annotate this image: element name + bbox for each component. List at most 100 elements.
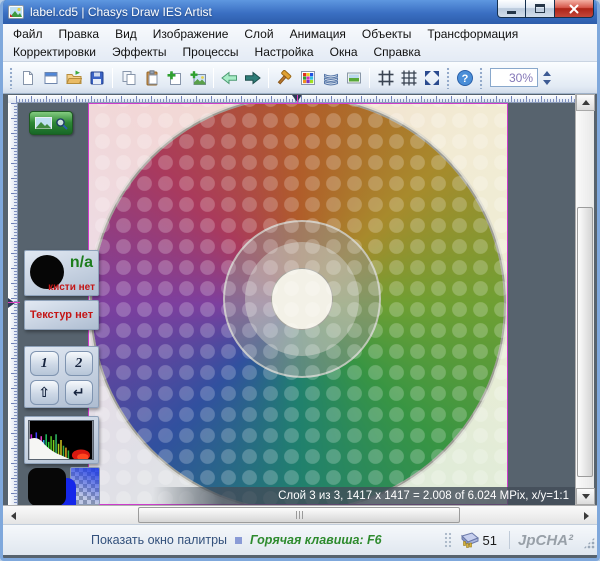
menu-adjustments[interactable]: Корректировки (5, 44, 104, 60)
canvas[interactable] (88, 103, 508, 505)
horizontal-scrollbar[interactable] (3, 505, 597, 524)
brush-panel[interactable]: n/a кисти нет (24, 250, 99, 296)
new-window-button[interactable] (39, 66, 62, 89)
toolbar-separator (112, 68, 113, 88)
maximize-button[interactable] (526, 0, 554, 18)
new-document-button[interactable] (16, 66, 39, 89)
foreground-color-swatch[interactable] (28, 468, 66, 505)
grid-button[interactable] (397, 66, 420, 89)
paste-icon (144, 70, 160, 86)
brush-size-value: n/a (70, 254, 93, 272)
copy-button[interactable] (117, 66, 140, 89)
window-title: label.cd5 | Chasys Draw IES Artist (30, 5, 212, 19)
redo-button[interactable] (241, 66, 264, 89)
layers-button[interactable] (319, 66, 342, 89)
statusbar-grip (444, 532, 452, 548)
menu-file[interactable]: Файл (5, 26, 51, 42)
menu-row-2: Корректировки Эффекты Процессы Настройка… (5, 43, 595, 61)
preset-2-button[interactable]: 2 (65, 351, 94, 376)
save-button[interactable] (85, 66, 108, 89)
horizontal-scrollbar-thumb[interactable] (138, 507, 460, 523)
vertical-scrollbar[interactable] (575, 94, 594, 505)
vertical-scrollbar-thumb[interactable] (577, 207, 593, 477)
chevron-down-icon (543, 80, 551, 85)
scroll-left-icon (11, 512, 16, 520)
brush-status-label: кисти нет (48, 282, 95, 293)
statusbar: Показать окно палитры Горячая клавиша: F… (3, 524, 597, 555)
enter-button[interactable]: ↵ (65, 380, 94, 405)
statusbar-hotkey: Горячая клавиша: F6 (250, 533, 382, 547)
toolbar: ? (3, 62, 597, 94)
close-button[interactable] (554, 0, 594, 18)
new-layer-button[interactable] (163, 66, 186, 89)
new-image-layer-button[interactable] (186, 66, 209, 89)
image-icon (346, 70, 362, 86)
menu-objects[interactable]: Объекты (354, 26, 420, 42)
workspace: n/a кисти нет Текстур нет 1 2 ⇧ ↵ (3, 94, 597, 505)
menu-image[interactable]: Изображение (145, 26, 237, 42)
fullscreen-button[interactable] (420, 66, 443, 89)
maximize-icon (535, 4, 545, 13)
quick-buttons-panel: 1 2 ⇧ ↵ (24, 346, 99, 408)
scroll-up-icon (582, 100, 590, 105)
zoom-level-input[interactable] (490, 68, 538, 87)
open-button[interactable] (62, 66, 85, 89)
frame-icon (378, 70, 394, 86)
undo-button[interactable] (218, 66, 241, 89)
menu-row-1: Файл Правка Вид Изображение Слой Анимаци… (5, 25, 595, 43)
app-icon (8, 5, 24, 19)
menu-windows[interactable]: Окна (322, 44, 366, 60)
memory-usage-value: 51 (483, 533, 497, 548)
new-document-icon (20, 70, 36, 86)
zoom-spinner (540, 69, 553, 87)
scroll-left-button[interactable] (5, 507, 22, 524)
menu-help[interactable]: Справка (366, 44, 429, 60)
navigator-button[interactable] (29, 111, 73, 135)
menu-animation[interactable]: Анимация (282, 26, 354, 42)
palette-button[interactable] (296, 66, 319, 89)
texture-status-label: Текстур нет (30, 309, 93, 321)
ruler-marker-y-line (8, 302, 20, 303)
ruler-marker-y (8, 298, 15, 308)
resize-grip[interactable] (583, 537, 595, 549)
paste-button[interactable] (140, 66, 163, 89)
menu-effects[interactable]: Эффекты (104, 44, 175, 60)
toolbar-grip[interactable] (8, 67, 14, 89)
texture-panel[interactable]: Текстур нет (24, 300, 99, 330)
menubar: Файл Правка Вид Изображение Слой Анимаци… (3, 24, 597, 62)
menu-edit[interactable]: Правка (51, 26, 108, 42)
new-image-layer-icon (190, 70, 206, 86)
statusbar-right: 51 JpCHA² (444, 531, 597, 549)
scroll-down-icon (582, 494, 590, 499)
frame-button[interactable] (374, 66, 397, 89)
scroll-up-button[interactable] (576, 94, 595, 111)
toolbar-separator (213, 68, 214, 88)
undo-icon (221, 70, 238, 86)
minimize-button[interactable] (497, 0, 526, 18)
menu-layer[interactable]: Слой (236, 26, 281, 42)
toolbar-grip[interactable] (478, 67, 484, 89)
help-icon: ? (456, 69, 474, 87)
image-button[interactable] (342, 66, 365, 89)
histogram-panel[interactable] (24, 416, 99, 464)
magnifier-icon (55, 117, 68, 130)
titlebar[interactable]: label.cd5 | Chasys Draw IES Artist (0, 0, 600, 24)
help-button[interactable]: ? (453, 66, 476, 89)
layers-icon (323, 70, 339, 86)
menu-view[interactable]: Вид (107, 26, 145, 42)
scrollbar-grip-icon (299, 511, 300, 519)
shift-button[interactable]: ⇧ (30, 380, 59, 405)
menu-transform[interactable]: Трансформация (419, 26, 526, 42)
hammer-icon (277, 70, 293, 86)
menu-processes[interactable]: Процессы (175, 44, 247, 60)
zoom-up-button[interactable] (540, 69, 553, 78)
svg-text:?: ? (461, 73, 468, 85)
preset-1-button[interactable]: 1 (30, 351, 59, 376)
cd-disc-artwork (92, 103, 504, 505)
toolbar-grip[interactable] (445, 67, 451, 89)
tools-button[interactable] (273, 66, 296, 89)
scroll-down-button[interactable] (576, 488, 595, 505)
scroll-right-button[interactable] (578, 507, 595, 524)
menu-settings[interactable]: Настройка (247, 44, 322, 60)
zoom-down-button[interactable] (540, 78, 553, 87)
